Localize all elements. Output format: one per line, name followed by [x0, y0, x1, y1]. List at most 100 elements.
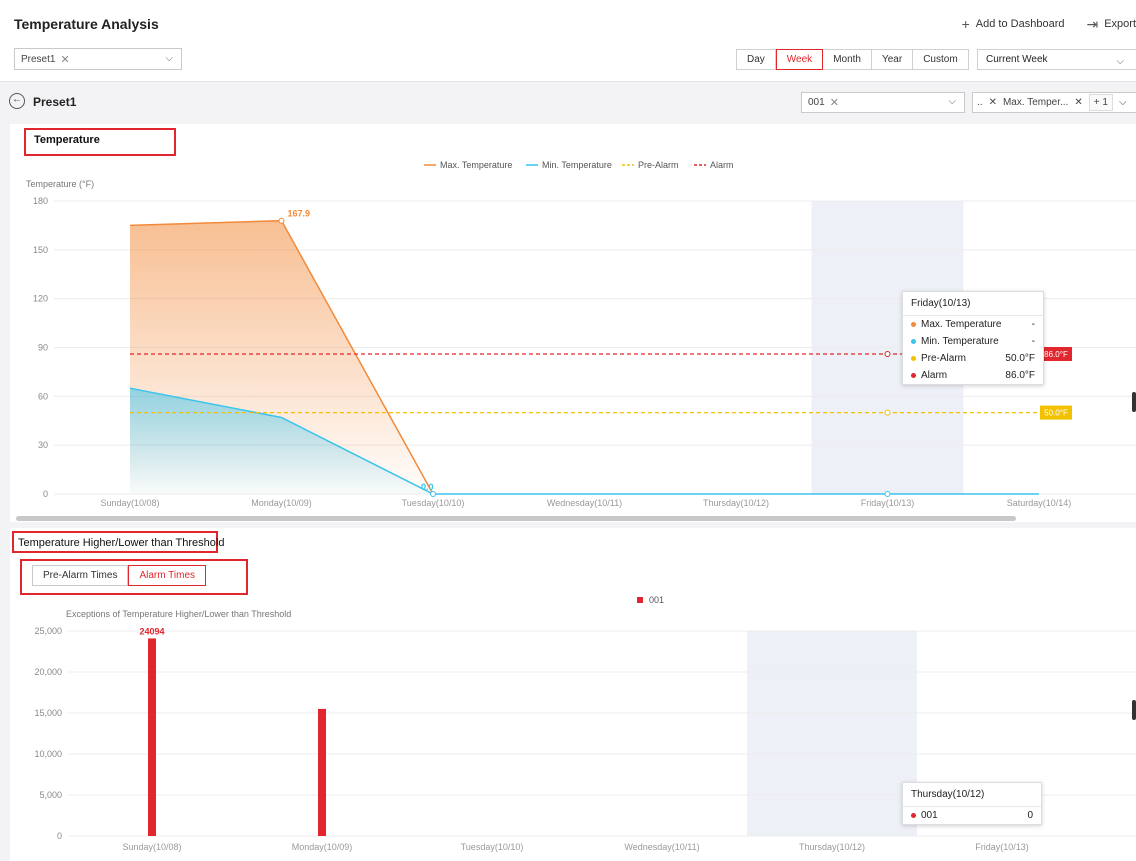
legend-label: Pre-Alarm: [638, 160, 679, 170]
page-title: Temperature Analysis: [14, 16, 159, 32]
y-tick-label: 15,000: [34, 708, 62, 718]
chart-tooltip: Friday(10/13) Max. Temperature - Min. Temp…: [902, 291, 1044, 385]
legend-dot: [911, 373, 916, 378]
x-tick-label: Sunday(10/08): [122, 842, 181, 852]
tooltip-row-label: Max. Temperature: [921, 319, 1002, 330]
legend-label: Max. Temperature: [440, 160, 512, 170]
x-tick-label: Monday(10/09): [292, 842, 353, 852]
x-tick-label: Friday(10/13): [975, 842, 1029, 852]
highlight-column: [747, 631, 917, 836]
bar: [148, 638, 156, 836]
y-tick-label: 60: [38, 391, 48, 401]
period-tab-week[interactable]: Week: [775, 49, 824, 70]
period-tab-year[interactable]: Year: [871, 49, 914, 70]
range-select[interactable]: Current Week ⌵: [977, 49, 1136, 70]
drag-handle[interactable]: [1132, 700, 1136, 720]
x-tick-label: Thursday(10/12): [703, 498, 769, 508]
range-select-value: Current Week: [986, 54, 1048, 65]
chevron-down-icon: ⌵: [1118, 97, 1127, 108]
preset-name: Preset1: [33, 95, 77, 109]
bar-data-label: 24094: [139, 626, 164, 636]
alarm-point: [884, 351, 891, 358]
x-tick-label: Thursday(10/12): [799, 842, 865, 852]
tooltip-title: Friday(10/13): [903, 292, 1043, 316]
top-actions: + Add to Dashboard ⇥ Export: [962, 16, 1136, 32]
y-tick-label: 150: [33, 245, 48, 255]
tooltip-row-label: 001: [921, 810, 938, 821]
x-tick-label: Wednesday(10/11): [624, 842, 699, 852]
tooltip-row-value: -: [1031, 336, 1035, 347]
legend-label: Alarm: [710, 160, 734, 170]
preset-row: ← Preset1 001 ✕ ⌵ .. ✕ Max. Temper... ✕ …: [0, 82, 1136, 122]
tooltip-row-label: Min. Temperature: [921, 336, 999, 347]
min-point: [430, 491, 436, 497]
add-to-dashboard-label: Add to Dashboard: [975, 18, 1065, 30]
period-tab-custom[interactable]: Custom: [913, 49, 969, 70]
preset-tag-label: Preset1: [21, 53, 56, 65]
y-tick-label: 0: [43, 489, 48, 499]
min-point: [884, 491, 891, 497]
legend-label: Min. Temperature: [542, 160, 612, 170]
y-tick-label: 120: [33, 294, 48, 304]
y-tick-label: 5,000: [39, 790, 62, 800]
y-tick-label: 20,000: [34, 667, 62, 677]
remove-tag-icon[interactable]: ✕: [1074, 97, 1082, 108]
x-tick-label: Friday(10/13): [861, 498, 915, 508]
tooltip-title: Thursday(10/12): [903, 783, 1041, 807]
drag-handle[interactable]: [1132, 392, 1136, 412]
min-data-label: 0.0: [421, 482, 434, 492]
remove-tag-icon[interactable]: ✕: [989, 97, 997, 108]
x-tick-label: Sunday(10/08): [100, 498, 159, 508]
y-axis-label: Temperature (°F): [26, 179, 94, 189]
tooltip-row-value: 0: [1027, 810, 1033, 821]
tooltip-row-label: Alarm: [921, 370, 948, 381]
chart-tooltip: Thursday(10/12) 001 0: [902, 782, 1042, 825]
y-tick-label: 10,000: [34, 749, 62, 759]
threshold-chart-panel: Temperature Higher/Lower than Threshold …: [10, 528, 1136, 861]
tooltip-row-label: Pre-Alarm: [921, 353, 967, 364]
tooltip-row: Alarm 86.0°F: [903, 367, 1043, 384]
legend-label: 001: [649, 595, 664, 605]
y-tick-label: 30: [38, 440, 48, 450]
y-axis-label: Exceptions of Temperature Higher/Lower t…: [66, 609, 291, 619]
x-tick-label: Tuesday(10/10): [402, 498, 465, 508]
legend-dot: [911, 813, 916, 818]
alarm-badge-label: 86.0°F: [1044, 350, 1068, 359]
prealarm-point: [884, 409, 891, 416]
export-icon: ⇥: [1086, 16, 1099, 32]
temperature-chart-panel: Temperature Temperature (°F) 0 30 60 90 120 15…: [10, 124, 1136, 522]
y-tick-label: 0: [57, 831, 62, 841]
max-point: [278, 217, 285, 224]
horizontal-scrollbar[interactable]: [16, 516, 1016, 521]
y-tick-label: 90: [38, 343, 48, 353]
y-tick-label: 180: [33, 196, 48, 206]
period-tab-month[interactable]: Month: [823, 49, 872, 70]
x-tick-label: Monday(10/09): [251, 498, 312, 508]
tooltip-row-value: 50.0°F: [1005, 353, 1035, 364]
top-bar: Temperature Analysis + Add to Dashboard …: [0, 0, 1136, 82]
preset-tag: Preset1 ✕: [21, 53, 70, 66]
x-tick-label: Wednesday(10/11): [547, 498, 622, 508]
tooltip-row-value: 86.0°F: [1005, 370, 1035, 381]
remove-tag-icon[interactable]: ✕: [830, 96, 839, 109]
device-tag: 001 ✕: [808, 96, 839, 109]
device-select[interactable]: 001 ✕ ⌵: [801, 92, 965, 113]
tooltip-row: 001 0: [903, 807, 1041, 824]
chevron-down-icon: ⌵: [165, 53, 173, 64]
tooltip-row: Max. Temperature -: [903, 316, 1043, 333]
metric-tag: Max. Temper...: [1002, 97, 1069, 108]
tooltip-row: Min. Temperature -: [903, 333, 1043, 350]
chevron-down-icon: ⌵: [948, 96, 956, 107]
y-tick-label: 25,000: [34, 626, 62, 636]
device-tag-label: 001: [808, 97, 825, 108]
metric-select[interactable]: .. ✕ Max. Temper... ✕ + 1 ⌵: [972, 92, 1136, 113]
metric-more-badge: + 1: [1088, 94, 1113, 111]
legend-dot: [911, 322, 916, 327]
remove-tag-icon[interactable]: ✕: [60, 53, 69, 66]
prealarm-badge-label: 50.0°F: [1044, 409, 1068, 418]
export-button[interactable]: ⇥ Export: [1086, 16, 1136, 32]
back-arrow-icon[interactable]: ←: [9, 93, 25, 109]
preset-select[interactable]: Preset1 ✕ ⌵: [14, 48, 182, 70]
add-to-dashboard-button[interactable]: + Add to Dashboard: [962, 17, 1065, 31]
period-tab-day[interactable]: Day: [736, 49, 776, 70]
